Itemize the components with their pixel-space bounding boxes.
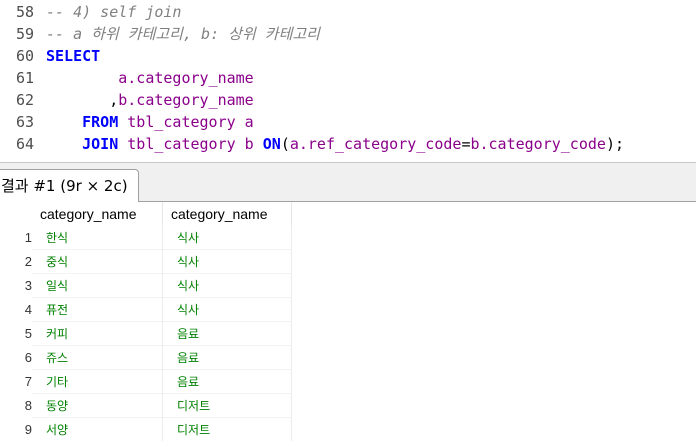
line-number: 63 [15,113,34,131]
code-line[interactable]: 64 JOIN tbl_category b ON(a.ref_category… [0,133,696,155]
table-row[interactable]: 5 커피 음료 [0,322,292,346]
table-cell[interactable]: 커피 [32,322,163,346]
table-row[interactable]: 4 퓨전 식사 [0,298,292,322]
code-line[interactable]: 60 SELECT [0,45,696,67]
code-token: -- 4) self join [46,3,182,21]
table-cell[interactable]: 서양 [32,418,163,441]
row-number: 5 [0,322,32,346]
code-token: JOIN [82,135,119,153]
row-number: 9 [0,418,32,441]
results-tab-bar: 결과 #1 (9r × 2c) [0,162,696,204]
row-number: 7 [0,370,32,394]
code-text: -- 4) self join [46,1,181,23]
code-token: tbl_category a [127,113,254,131]
row-number: 1 [0,226,32,250]
table-cell[interactable]: 식사 [163,250,292,274]
line-number: 58 [15,3,34,21]
code-token: FROM [82,113,119,131]
row-number: 2 [0,250,32,274]
line-number: 61 [15,69,34,87]
table-cell[interactable]: 식사 [163,274,292,298]
code-token: tbl_category b [127,135,254,153]
table-cell[interactable]: 동양 [32,394,163,418]
line-number: 59 [15,25,34,43]
table-cell[interactable]: 디저트 [163,394,292,418]
code-text: SELECT [46,45,100,67]
table-row[interactable]: 2 중식 식사 [0,250,292,274]
code-text: -- a 하위 카테고리, b: 상위 카테고리 [46,23,320,45]
table-cell[interactable]: 음료 [163,370,292,394]
sql-editor[interactable]: 58 -- 4) self join 59 -- a 하위 카테고리, b: 상위 카… [0,0,696,162]
code-token: ( [280,135,290,153]
table-row[interactable]: 8 동양 디저트 [0,394,292,418]
table-row[interactable]: 7 기타 음료 [0,370,292,394]
code-text: ,b.category_name [46,89,254,111]
code-token: a.category_name [118,69,254,87]
table-cell[interactable]: 쥬스 [32,346,163,370]
code-text: JOIN tbl_category b ON(a.ref_category_co… [46,133,624,155]
row-number: 3 [0,274,32,298]
row-number: 8 [0,394,32,418]
code-token: a.ref_category_code [289,135,462,153]
results-tab[interactable]: 결과 #1 (9r × 2c) [0,169,139,204]
code-line[interactable]: 58 -- 4) self join [0,1,696,23]
code-token: ); [605,135,624,153]
code-line[interactable]: 62 ,b.category_name [0,89,696,111]
line-number: 62 [15,91,34,109]
table-cell[interactable]: 퓨전 [32,298,163,322]
table-cell[interactable]: 기타 [32,370,163,394]
code-text: FROM tbl_category a [46,111,254,133]
code-token: , [46,91,119,109]
table-cell[interactable]: 한식 [32,226,163,250]
results-grid[interactable]: category_name category_name 1 한식 식사 2 중식 식사 3 일… [0,202,696,441]
code-token: -- a 하위 카테고리, b: 상위 카테고리 [46,25,320,43]
table-row[interactable]: 3 일식 식사 [0,274,292,298]
code-token: b.category_code [470,135,606,153]
table-cell[interactable]: 일식 [32,274,163,298]
column-header-2[interactable]: category_name [163,202,292,226]
table-cell[interactable]: 디저트 [163,418,292,441]
table-cell[interactable]: 음료 [163,346,292,370]
code-token: b.category_name [118,91,254,109]
code-token: SELECT [46,47,101,65]
row-number: 4 [0,298,32,322]
table-cell[interactable]: 음료 [163,322,292,346]
table-cell[interactable]: 식사 [163,226,292,250]
column-header-1[interactable]: category_name [32,202,163,226]
code-line[interactable]: 61 a.category_name [0,67,696,89]
code-text: a.category_name [46,67,254,89]
row-number: 6 [0,346,32,370]
line-number: 60 [15,47,34,65]
table-row[interactable]: 1 한식 식사 [0,226,292,250]
line-number: 64 [15,135,34,153]
code-line[interactable]: 59 -- a 하위 카테고리, b: 상위 카테고리 [0,23,696,45]
code-line[interactable]: 63 FROM tbl_category a [0,111,696,133]
table-cell[interactable]: 식사 [163,298,292,322]
table-row[interactable]: 6 쥬스 음료 [0,346,292,370]
code-token: ON [262,135,281,153]
table-row[interactable]: 9 서양 디저트 [0,418,292,441]
table-cell[interactable]: 중식 [32,250,163,274]
